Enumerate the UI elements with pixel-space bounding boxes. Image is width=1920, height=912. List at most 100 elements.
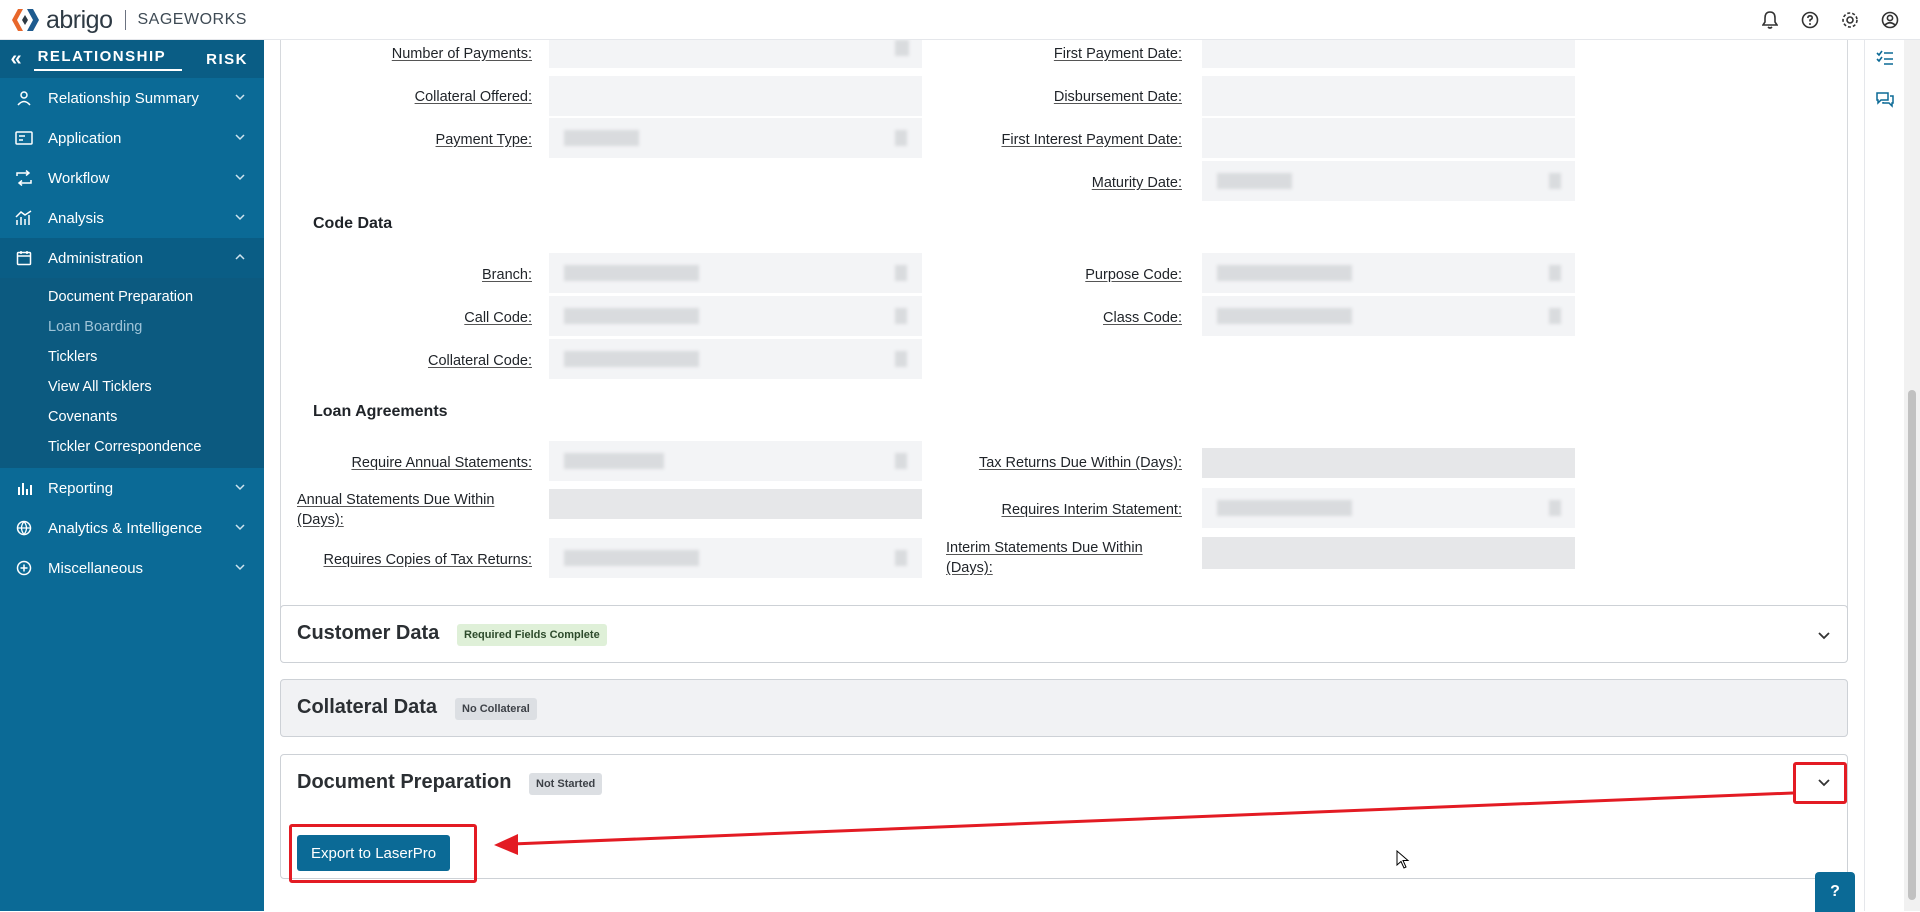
redacted-value	[564, 550, 699, 566]
main-content: Number of Payments: Collateral Offered: …	[264, 40, 1864, 911]
label-first-interest-payment-date: First Interest Payment Date:	[1001, 132, 1182, 148]
help-button[interactable]: ?	[1815, 872, 1855, 912]
section-code-data-title: Code Data	[313, 215, 393, 232]
document-preparation-panel: Document Preparation Not Started	[280, 754, 1848, 879]
status-badge: Required Fields Complete	[457, 624, 607, 646]
redacted-value	[564, 308, 699, 324]
redacted-value	[1549, 173, 1561, 189]
redacted-value	[895, 453, 907, 469]
label-class-code: Class Code:	[1103, 310, 1182, 326]
logo[interactable]: abrigo SAGEWORKS	[10, 6, 247, 34]
label-first-payment-date: First Payment Date:	[1053, 46, 1182, 62]
field-first-payment-date[interactable]	[1202, 40, 1575, 68]
label-requires-copies-tax-returns: Requires Copies of Tax Returns:	[323, 552, 532, 568]
redacted-value	[895, 130, 907, 146]
chevron-down-icon	[234, 560, 246, 577]
label-collateral-code: Collateral Code:	[428, 353, 532, 369]
status-badge: No Collateral	[455, 698, 537, 720]
top-bar: abrigo SAGEWORKS	[0, 0, 1920, 40]
redacted-value	[895, 265, 907, 281]
sidebar-item-application[interactable]: Application	[0, 118, 264, 158]
chevron-down-icon	[234, 130, 246, 147]
redacted-value	[1217, 173, 1292, 189]
brand-name: abrigo	[46, 5, 113, 34]
subitem-document-preparation[interactable]: Document Preparation	[0, 282, 264, 312]
field-number-of-payments[interactable]	[549, 40, 922, 68]
collapse-sidebar-icon[interactable]: «	[0, 48, 34, 71]
field-tax-returns-due[interactable]	[1202, 448, 1575, 478]
field-disbursement-date[interactable]	[1202, 76, 1575, 116]
redacted-value	[564, 265, 699, 281]
sidebar-item-reporting[interactable]: Reporting	[0, 468, 264, 508]
sidebar-item-label: Analytics & Intelligence	[48, 519, 203, 537]
chevron-down-icon[interactable]	[1817, 628, 1831, 647]
section-loan-agreements-title: Loan Agreements	[313, 403, 448, 420]
checklist-icon[interactable]	[1876, 50, 1894, 71]
tab-relationship[interactable]: RELATIONSHIP	[33, 48, 183, 71]
sidebar-item-administration[interactable]: Administration	[0, 238, 264, 278]
plus-circle-icon	[0, 560, 48, 576]
redacted-value	[564, 453, 664, 469]
field-annual-statements-due[interactable]	[549, 489, 922, 519]
chevron-down-icon	[234, 90, 246, 107]
globe-icon	[0, 520, 48, 536]
label-payment-type: Payment Type:	[435, 132, 532, 148]
right-rail	[1864, 40, 1904, 911]
chevron-down-icon	[234, 520, 246, 537]
sidebar-tabs: « RELATIONSHIP RISK	[0, 40, 264, 78]
calendar-icon	[0, 250, 48, 266]
sidebar-item-workflow[interactable]: Workflow	[0, 158, 264, 198]
redacted-value	[1549, 265, 1561, 281]
label-collateral-offered: Collateral Offered:	[414, 89, 532, 105]
label-purpose-code: Purpose Code:	[1085, 267, 1182, 283]
chevron-up-icon	[234, 250, 246, 267]
label-number-of-payments: Number of Payments:	[391, 46, 532, 62]
redacted-value	[1217, 308, 1352, 324]
scrollbar-thumb[interactable]	[1908, 390, 1916, 900]
user-circle-icon[interactable]	[1880, 10, 1900, 30]
redacted-value	[1217, 265, 1352, 281]
bar-chart-icon	[0, 480, 48, 496]
sidebar-item-analytics-intelligence[interactable]: Analytics & Intelligence	[0, 508, 264, 548]
sidebar-item-relationship-summary[interactable]: Relationship Summary	[0, 78, 264, 118]
subitem-tickler-correspondence[interactable]: Tickler Correspondence	[0, 432, 264, 462]
redacted-value	[1217, 500, 1352, 516]
field-first-interest-payment-date[interactable]	[1202, 118, 1575, 158]
field-collateral-offered[interactable]	[549, 76, 922, 116]
mouse-cursor-icon	[1396, 849, 1410, 875]
label-tax-returns-due: Tax Returns Due Within (Days):	[978, 455, 1182, 471]
subitem-view-all-ticklers[interactable]: View All Ticklers	[0, 372, 264, 402]
sidebar: « RELATIONSHIP RISK Relationship Summary…	[0, 40, 264, 911]
sidebar-item-label: Workflow	[48, 169, 110, 187]
sidebar-item-label: Administration	[48, 249, 144, 267]
logo-divider	[124, 10, 126, 30]
subitem-loan-boarding[interactable]: Loan Boarding	[0, 312, 264, 342]
label-require-annual-statements: Require Annual Statements:	[351, 455, 532, 471]
sidebar-item-label: Relationship Summary	[48, 89, 199, 107]
field-interim-statements-due[interactable]	[1202, 537, 1575, 569]
sidebar-item-label: Application	[48, 129, 122, 147]
chevron-down-icon	[234, 480, 246, 497]
label-branch: Branch:	[482, 267, 532, 283]
sidebar-item-label: Miscellaneous	[48, 559, 144, 577]
redacted-value	[1549, 500, 1561, 516]
gear-icon[interactable]	[1840, 10, 1860, 30]
sidebar-item-label: Analysis	[48, 209, 104, 227]
comments-icon[interactable]	[1876, 92, 1894, 113]
subitem-ticklers[interactable]: Ticklers	[0, 342, 264, 372]
sidebar-item-label: Reporting	[48, 479, 114, 497]
product-name: SAGEWORKS	[137, 11, 247, 28]
redacted-value	[895, 351, 907, 367]
label-interim-statements-due: Interim Statements Due Within (Days):	[946, 540, 1143, 576]
label-requires-interim-statement: Requires Interim Statement:	[1001, 502, 1182, 518]
customer-data-panel[interactable]: Customer Data Required Fields Complete	[280, 605, 1848, 663]
sidebar-item-miscellaneous[interactable]: Miscellaneous	[0, 548, 264, 588]
tab-risk[interactable]: RISK	[202, 51, 264, 68]
top-icons	[1760, 10, 1900, 30]
subitem-covenants[interactable]: Covenants	[0, 402, 264, 432]
redacted-value	[895, 308, 907, 324]
sidebar-item-analysis[interactable]: Analysis	[0, 198, 264, 238]
bell-icon[interactable]	[1760, 10, 1780, 30]
collateral-data-title: Collateral Data	[297, 696, 438, 718]
help-circle-icon[interactable]	[1800, 10, 1820, 30]
